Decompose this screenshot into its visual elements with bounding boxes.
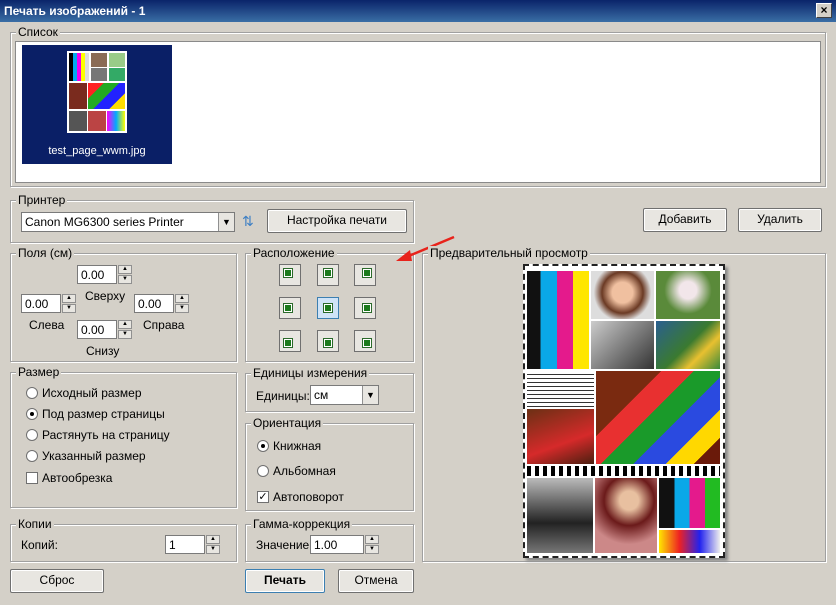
margin-left-input[interactable]: 0.00	[21, 294, 61, 313]
size-fit-page-radio[interactable]	[26, 408, 38, 420]
copies-input[interactable]: 1	[165, 535, 205, 554]
margin-left-label: Слева	[29, 318, 65, 332]
units-select-value: см	[314, 388, 329, 402]
margin-top-label: Сверху	[85, 289, 126, 303]
size-original-radio[interactable]	[26, 387, 38, 399]
placement-middle-left[interactable]	[279, 297, 301, 319]
printer-select-value: Canon MG6300 series Printer	[25, 215, 184, 229]
chevron-down-icon[interactable]: ▼	[218, 213, 234, 231]
margin-right-spinner[interactable]: ▲ ▼	[175, 294, 189, 313]
units-select[interactable]: см ▼	[310, 385, 379, 405]
preview-label: Предварительный просмотр	[428, 246, 590, 260]
placement-middle-right[interactable]	[354, 297, 376, 319]
delete-button[interactable]: Удалить	[738, 208, 822, 232]
placement-bottom-left[interactable]	[279, 330, 301, 352]
reset-button[interactable]: Сброс	[10, 569, 104, 593]
orientation-portrait-label[interactable]: Книжная	[273, 439, 321, 453]
preview-image	[527, 271, 720, 553]
units-field-label: Единицы:	[256, 389, 310, 403]
printer-label: Принтер	[16, 193, 68, 207]
placement-top-center[interactable]	[317, 264, 339, 286]
size-fit-page-label[interactable]: Под размер страницы	[42, 407, 165, 421]
print-settings-button[interactable]: Настройка печати	[267, 209, 407, 233]
preview-page	[523, 264, 725, 558]
autocrop-checkbox[interactable]	[26, 472, 38, 484]
size-original-label[interactable]: Исходный размер	[42, 386, 142, 400]
margin-bottom-spinner[interactable]: ▲ ▼	[118, 320, 132, 339]
copies-field-label: Копий:	[21, 538, 58, 552]
size-custom-radio[interactable]	[26, 450, 38, 462]
margin-left-spinner[interactable]: ▲ ▼	[62, 294, 76, 313]
autorotate-label[interactable]: Автоповорот	[273, 490, 344, 504]
size-stretch-radio[interactable]	[26, 429, 38, 441]
printer-select[interactable]: Canon MG6300 series Printer ▼	[21, 212, 235, 232]
orientation-group: Ориентация Книжная Альбомная ✓ Автоповор…	[245, 416, 414, 511]
placement-top-left[interactable]	[279, 264, 301, 286]
add-button[interactable]: Добавить	[643, 208, 727, 232]
margins-group: Поля (см) 0.00 ▲ ▼ Сверху 0.00 ▲ ▼ Слева 0…	[10, 246, 237, 362]
units-label: Единицы измерения	[251, 366, 370, 380]
gamma-label: Гамма-коррекция	[251, 517, 353, 531]
list-label: Список	[16, 25, 60, 39]
gamma-spinner[interactable]: ▲ ▼	[365, 535, 379, 554]
close-icon[interactable]: ×	[816, 3, 832, 18]
margin-right-label: Справа	[143, 318, 185, 332]
list-item-filename: test_page_wwm.jpg	[48, 145, 146, 157]
printer-group: Принтер Canon MG6300 series Printer ▼ ⇅ …	[10, 193, 414, 243]
window-title: Печать изображений - 1	[0, 0, 836, 22]
size-label: Размер	[16, 365, 62, 379]
gamma-input[interactable]: 1.00	[310, 535, 364, 554]
thumbnail-image	[67, 51, 127, 133]
gamma-group: Гамма-коррекция Значение: 1.00 ▲ ▼	[245, 517, 414, 562]
placement-bottom-center[interactable]	[317, 330, 339, 352]
margin-bottom-input[interactable]: 0.00	[77, 320, 117, 339]
print-button[interactable]: Печать	[245, 569, 325, 593]
gamma-field-label: Значение:	[256, 538, 313, 552]
margin-top-spinner[interactable]: ▲ ▼	[118, 265, 132, 284]
orientation-landscape-radio[interactable]	[257, 465, 269, 477]
margin-right-input[interactable]: 0.00	[134, 294, 174, 313]
placement-bottom-right[interactable]	[354, 330, 376, 352]
placement-group: Расположение	[245, 246, 414, 362]
margin-top-input[interactable]: 0.00	[77, 265, 117, 284]
cancel-button[interactable]: Отмена	[338, 569, 414, 593]
size-group: Размер Исходный размер Под размер страни…	[10, 365, 237, 508]
autorotate-checkbox[interactable]: ✓	[257, 491, 269, 503]
list-item[interactable]: test_page_wwm.jpg	[22, 45, 172, 164]
size-stretch-label[interactable]: Растянуть на страницу	[42, 428, 170, 442]
autocrop-label[interactable]: Автообрезка	[42, 471, 112, 485]
size-custom-label[interactable]: Указанный размер	[42, 449, 146, 463]
margin-bottom-label: Снизу	[86, 344, 120, 358]
margins-label: Поля (см)	[16, 246, 75, 260]
placement-top-right[interactable]	[354, 264, 376, 286]
image-list[interactable]: test_page_wwm.jpg	[15, 41, 821, 183]
placement-center-center[interactable]	[317, 297, 339, 319]
copies-spinner[interactable]: ▲ ▼	[206, 535, 220, 554]
preview-group: Предварительный просмотр	[422, 246, 826, 562]
units-group: Единицы измерения Единицы: см ▼	[245, 366, 414, 412]
refresh-icon[interactable]: ⇅	[242, 212, 258, 230]
orientation-portrait-radio[interactable]	[257, 440, 269, 452]
copies-group: Копии Копий: 1 ▲ ▼	[10, 517, 237, 562]
placement-label: Расположение	[251, 246, 337, 260]
orientation-landscape-label[interactable]: Альбомная	[273, 464, 336, 478]
copies-label: Копии	[16, 517, 54, 531]
orientation-label: Ориентация	[251, 416, 324, 430]
list-group: Список test_page_wwm.jpg	[10, 25, 826, 187]
chevron-down-icon[interactable]: ▼	[362, 386, 378, 404]
